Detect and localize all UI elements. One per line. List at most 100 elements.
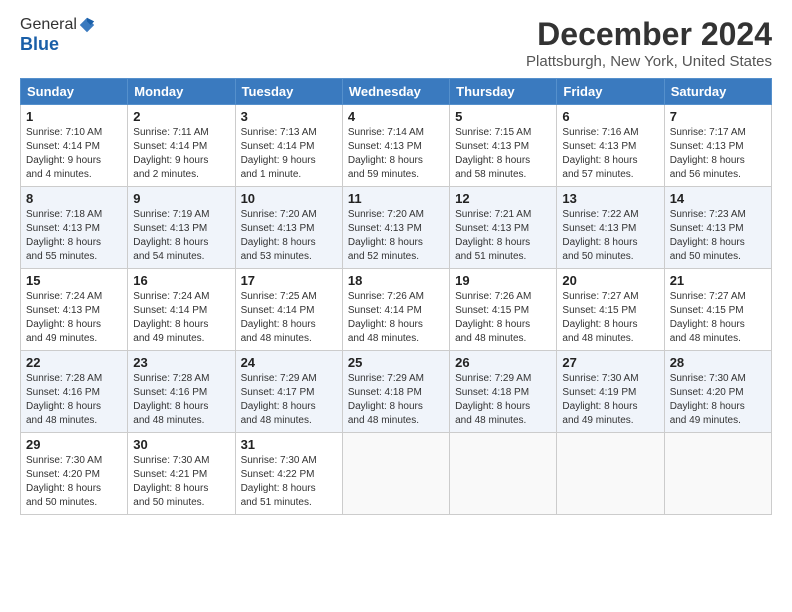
day-info: Sunrise: 7:21 AMSunset: 4:13 PMDaylight:… — [455, 208, 551, 264]
calendar-cell: 15Sunrise: 7:24 AMSunset: 4:13 PMDayligh… — [21, 269, 128, 351]
day-info: Sunrise: 7:28 AMSunset: 4:16 PMDaylight:… — [26, 372, 122, 428]
day-number: 1 — [26, 109, 122, 124]
week-row-3: 15Sunrise: 7:24 AMSunset: 4:13 PMDayligh… — [21, 269, 772, 351]
calendar-cell: 7 Sunrise: 7:17 AMSunset: 4:13 PMDaylight… — [664, 105, 771, 187]
day-number: 7 — [670, 109, 766, 124]
header: General Blue December 2024 Plattsburgh, … — [20, 16, 772, 70]
day-number: 3 — [241, 109, 337, 124]
logo-icon — [78, 16, 96, 34]
day-info: Sunrise: 7:20 AMSunset: 4:13 PMDaylight:… — [241, 208, 337, 264]
logo-general-text: General — [20, 16, 77, 34]
day-number: 2 — [133, 109, 229, 124]
col-thursday: Thursday — [450, 79, 557, 105]
day-info: Sunrise: 7:30 AMSunset: 4:22 PMDaylight:… — [241, 454, 337, 510]
calendar-cell: 19 Sunrise: 7:26 AMSunset: 4:15 PMDayligh… — [450, 269, 557, 351]
day-info: Sunrise: 7:30 AMSunset: 4:19 PMDaylight:… — [562, 372, 658, 428]
day-info: Sunrise: 7:26 AMSunset: 4:15 PMDaylight:… — [455, 290, 551, 346]
day-number: 11 — [348, 191, 444, 206]
calendar-cell: 4 Sunrise: 7:14 AMSunset: 4:13 PMDaylight… — [342, 105, 449, 187]
day-info: Sunrise: 7:30 AMSunset: 4:20 PMDaylight:… — [26, 454, 122, 510]
day-info: Sunrise: 7:24 AMSunset: 4:13 PMDaylight:… — [26, 290, 122, 346]
day-number: 14 — [670, 191, 766, 206]
calendar-cell: 10 Sunrise: 7:20 AMSunset: 4:13 PMDayligh… — [235, 187, 342, 269]
calendar-table: Sunday Monday Tuesday Wednesday Thursday… — [20, 78, 772, 515]
day-info: Sunrise: 7:30 AMSunset: 4:20 PMDaylight:… — [670, 372, 766, 428]
calendar-cell: 12 Sunrise: 7:21 AMSunset: 4:13 PMDayligh… — [450, 187, 557, 269]
day-number: 26 — [455, 355, 551, 370]
calendar-cell: 6 Sunrise: 7:16 AMSunset: 4:13 PMDaylight… — [557, 105, 664, 187]
week-row-4: 22Sunrise: 7:28 AMSunset: 4:16 PMDayligh… — [21, 351, 772, 433]
col-sunday: Sunday — [21, 79, 128, 105]
day-info: Sunrise: 7:24 AMSunset: 4:14 PMDaylight:… — [133, 290, 229, 346]
calendar-cell: 29 Sunrise: 7:30 AMSunset: 4:20 PMDayligh… — [21, 433, 128, 515]
day-info: Sunrise: 7:23 AMSunset: 4:13 PMDaylight:… — [670, 208, 766, 264]
week-row-5: 29 Sunrise: 7:30 AMSunset: 4:20 PMDayligh… — [21, 433, 772, 515]
calendar-cell: 20 Sunrise: 7:27 AMSunset: 4:15 PMDayligh… — [557, 269, 664, 351]
day-number: 23 — [133, 355, 229, 370]
week-row-1: 1 Sunrise: 7:10 AMSunset: 4:14 PMDaylight… — [21, 105, 772, 187]
day-info: Sunrise: 7:29 AMSunset: 4:17 PMDaylight:… — [241, 372, 337, 428]
day-number: 29 — [26, 437, 122, 452]
day-info: Sunrise: 7:19 AMSunset: 4:13 PMDaylight:… — [133, 208, 229, 264]
calendar-cell — [342, 433, 449, 515]
day-number: 24 — [241, 355, 337, 370]
title-block: December 2024 Plattsburgh, New York, Uni… — [526, 16, 772, 70]
day-number: 19 — [455, 273, 551, 288]
calendar-cell: 16 Sunrise: 7:24 AMSunset: 4:14 PMDayligh… — [128, 269, 235, 351]
calendar-cell: 18Sunrise: 7:26 AMSunset: 4:14 PMDayligh… — [342, 269, 449, 351]
calendar-cell: 1 Sunrise: 7:10 AMSunset: 4:14 PMDaylight… — [21, 105, 128, 187]
col-monday: Monday — [128, 79, 235, 105]
calendar-cell: 13Sunrise: 7:22 AMSunset: 4:13 PMDayligh… — [557, 187, 664, 269]
calendar-cell: 31 Sunrise: 7:30 AMSunset: 4:22 PMDayligh… — [235, 433, 342, 515]
day-info: Sunrise: 7:18 AMSunset: 4:13 PMDaylight:… — [26, 208, 122, 264]
week-row-2: 8 Sunrise: 7:18 AMSunset: 4:13 PMDaylight… — [21, 187, 772, 269]
day-info: Sunrise: 7:28 AMSunset: 4:16 PMDaylight:… — [133, 372, 229, 428]
calendar-cell — [450, 433, 557, 515]
calendar-cell: 9 Sunrise: 7:19 AMSunset: 4:13 PMDaylight… — [128, 187, 235, 269]
calendar-header-row: Sunday Monday Tuesday Wednesday Thursday… — [21, 79, 772, 105]
calendar-cell — [557, 433, 664, 515]
day-number: 30 — [133, 437, 229, 452]
page: General Blue December 2024 Plattsburgh, … — [0, 0, 792, 612]
day-info: Sunrise: 7:14 AMSunset: 4:13 PMDaylight:… — [348, 126, 444, 182]
calendar-cell: 21Sunrise: 7:27 AMSunset: 4:15 PMDayligh… — [664, 269, 771, 351]
day-info: Sunrise: 7:11 AMSunset: 4:14 PMDaylight:… — [133, 126, 229, 182]
day-number: 10 — [241, 191, 337, 206]
day-number: 5 — [455, 109, 551, 124]
calendar-cell: 11Sunrise: 7:20 AMSunset: 4:13 PMDayligh… — [342, 187, 449, 269]
day-info: Sunrise: 7:10 AMSunset: 4:14 PMDaylight:… — [26, 126, 122, 182]
calendar-cell: 25Sunrise: 7:29 AMSunset: 4:18 PMDayligh… — [342, 351, 449, 433]
day-number: 4 — [348, 109, 444, 124]
calendar-cell — [664, 433, 771, 515]
day-info: Sunrise: 7:27 AMSunset: 4:15 PMDaylight:… — [562, 290, 658, 346]
col-wednesday: Wednesday — [342, 79, 449, 105]
day-number: 9 — [133, 191, 229, 206]
day-number: 21 — [670, 273, 766, 288]
day-number: 16 — [133, 273, 229, 288]
col-friday: Friday — [557, 79, 664, 105]
day-info: Sunrise: 7:25 AMSunset: 4:14 PMDaylight:… — [241, 290, 337, 346]
day-number: 20 — [562, 273, 658, 288]
calendar-cell: 27 Sunrise: 7:30 AMSunset: 4:19 PMDayligh… — [557, 351, 664, 433]
calendar-cell: 17Sunrise: 7:25 AMSunset: 4:14 PMDayligh… — [235, 269, 342, 351]
day-number: 27 — [562, 355, 658, 370]
calendar-cell: 23 Sunrise: 7:28 AMSunset: 4:16 PMDayligh… — [128, 351, 235, 433]
day-info: Sunrise: 7:26 AMSunset: 4:14 PMDaylight:… — [348, 290, 444, 346]
logo-blue-text: Blue — [20, 34, 59, 54]
day-number: 6 — [562, 109, 658, 124]
day-info: Sunrise: 7:29 AMSunset: 4:18 PMDaylight:… — [348, 372, 444, 428]
day-number: 28 — [670, 355, 766, 370]
day-info: Sunrise: 7:17 AMSunset: 4:13 PMDaylight:… — [670, 126, 766, 182]
col-tuesday: Tuesday — [235, 79, 342, 105]
logo: General Blue — [20, 16, 96, 55]
calendar-cell: 22Sunrise: 7:28 AMSunset: 4:16 PMDayligh… — [21, 351, 128, 433]
calendar-cell: 8 Sunrise: 7:18 AMSunset: 4:13 PMDaylight… — [21, 187, 128, 269]
calendar-cell: 2 Sunrise: 7:11 AMSunset: 4:14 PMDaylight… — [128, 105, 235, 187]
calendar-cell: 24 Sunrise: 7:29 AMSunset: 4:17 PMDayligh… — [235, 351, 342, 433]
page-title: December 2024 — [526, 16, 772, 53]
day-number: 31 — [241, 437, 337, 452]
day-number: 8 — [26, 191, 122, 206]
day-info: Sunrise: 7:30 AMSunset: 4:21 PMDaylight:… — [133, 454, 229, 510]
day-number: 12 — [455, 191, 551, 206]
day-info: Sunrise: 7:16 AMSunset: 4:13 PMDaylight:… — [562, 126, 658, 182]
